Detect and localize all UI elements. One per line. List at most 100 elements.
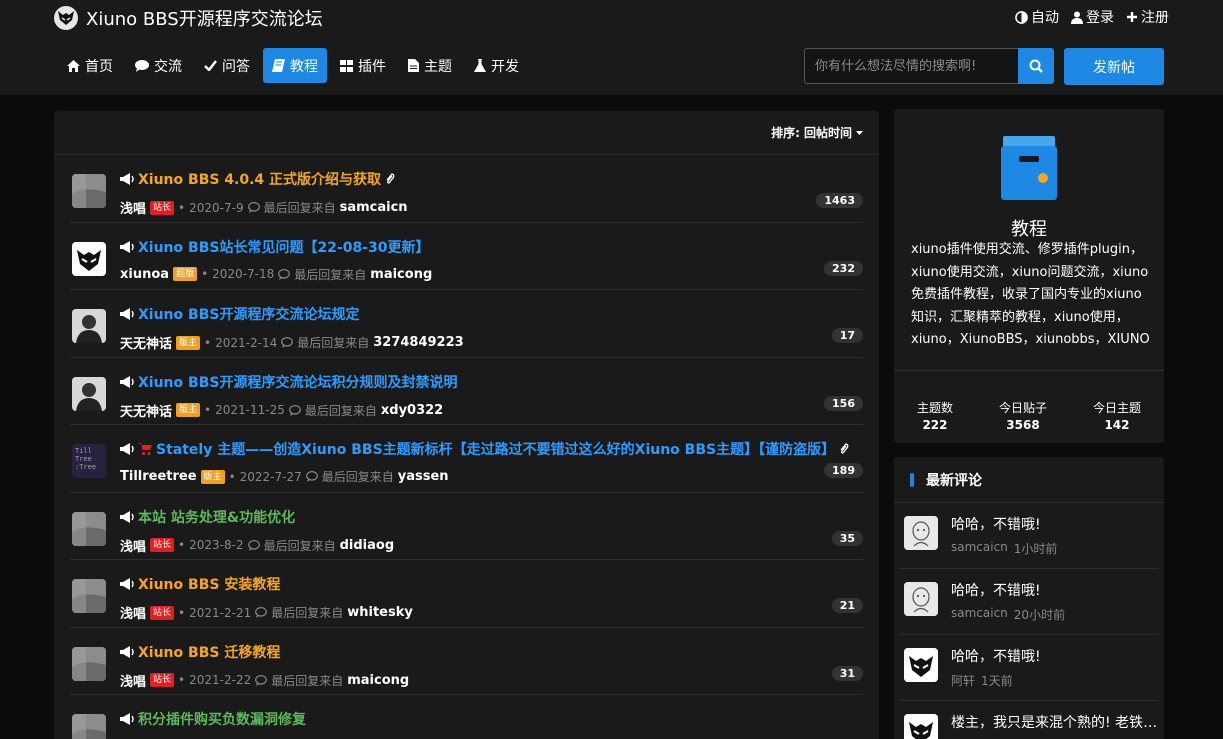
nav-label: 主题	[424, 58, 452, 75]
register-link[interactable]: 注册	[1126, 7, 1169, 27]
thread-title[interactable]: Xiuno BBS 安装教程	[120, 574, 280, 594]
avatar[interactable]	[72, 714, 106, 739]
site-title[interactable]: Xiuno BBS开源程序交流论坛	[86, 5, 323, 31]
nav-qa[interactable]: 问答	[195, 48, 259, 83]
last-reply-user[interactable]: maicong	[347, 673, 409, 688]
reply-count-badge: 35	[831, 530, 863, 546]
comment-text[interactable]: 哈哈，不错哦!	[951, 514, 1161, 534]
comment-user[interactable]: 阿轩	[951, 672, 975, 689]
comment-icon	[305, 471, 318, 482]
brand[interactable]: Xiuno BBS开源程序交流论坛	[54, 5, 323, 31]
search-input[interactable]	[804, 48, 1018, 84]
author-name[interactable]: 天无神话	[120, 333, 172, 352]
avatar[interactable]	[72, 309, 106, 343]
author-name[interactable]: Tillreetree	[120, 469, 197, 484]
last-reply-user[interactable]: yassen	[398, 469, 449, 484]
post-date: 2020-7-9	[189, 200, 244, 215]
thread-title[interactable]: Xiuno BBS开源程序交流论坛积分规则及封禁说明	[120, 372, 457, 392]
search-bar	[804, 48, 1054, 84]
comment-text[interactable]: 哈哈，不错哦!	[951, 580, 1161, 600]
comment-user[interactable]: samcaicn	[951, 606, 1008, 623]
separator-dot: •	[228, 469, 236, 484]
author-name[interactable]: 浅唱	[120, 536, 146, 555]
thread-row: Till Tree :Tree Stately 主题——创造Xiuno BBS主题…	[70, 425, 863, 493]
flask-icon	[474, 59, 486, 72]
thread-title[interactable]: Stately 主题——创造Xiuno BBS主题新标杆【走过路过不要错过这么好…	[120, 439, 849, 459]
comments-title: 最新评论	[926, 472, 982, 489]
thread-title[interactable]: 本站 站务处理&功能优化	[120, 507, 295, 527]
post-date: 2021-2-21	[189, 605, 252, 620]
author-name[interactable]: 浅唱	[120, 671, 146, 690]
avatar[interactable]	[72, 174, 106, 208]
comment-time: 1小时前	[1013, 542, 1058, 556]
avatar[interactable]	[72, 579, 106, 613]
avatar[interactable]: Till Tree :Tree	[72, 444, 106, 478]
search-button[interactable]	[1018, 48, 1054, 84]
comment-item: 哈哈，不错哦! samcaicn 20小时前	[900, 569, 1158, 635]
avatar[interactable]	[72, 646, 106, 681]
avatar[interactable]	[904, 714, 938, 739]
last-reply-user[interactable]: whitesky	[347, 605, 413, 620]
post-date: 2021-2-14	[215, 335, 278, 350]
sort-bar: 排序: 回帖时间	[54, 111, 879, 155]
megaphone-icon	[120, 308, 134, 320]
megaphone-icon	[120, 173, 134, 185]
avatar[interactable]	[904, 648, 938, 682]
post-date: 2021-11-25	[215, 403, 285, 417]
nav-tutorial[interactable]: 教程	[263, 48, 327, 83]
thread-meta: 浅唱 站长 • 2021-2-21 最后回复来自 whitesky	[120, 603, 413, 622]
sort-dropdown[interactable]: 回帖时间	[804, 124, 863, 141]
nav-plugins[interactable]: 插件	[331, 48, 395, 83]
thread-title[interactable]: Xiuno BBS站长常见问题【22-08-30更新】	[120, 237, 430, 257]
attachment-icon	[840, 443, 849, 454]
author-name[interactable]: 浅唱	[120, 603, 146, 622]
nav-themes[interactable]: 主题	[399, 48, 461, 83]
forum-stats: 主题数 222 今日贴子 3568 今日主题 142	[894, 370, 1164, 443]
avatar[interactable]	[72, 376, 106, 411]
cart-icon	[138, 443, 152, 455]
thread-row: Xiuno BBS开源程序交流论坛积分规则及封禁说明 天无神话 版主 • 2021-11…	[70, 358, 863, 425]
thread-list: Xiuno BBS 4.0.4 正式版介绍与获取 浅唱 站长 • 2020-7-9 最后回…	[54, 155, 879, 739]
comment-icon	[247, 539, 260, 551]
stat-topics: 主题数 222	[917, 399, 953, 443]
post-date: 2021-2-22	[189, 673, 252, 687]
last-reply-user[interactable]: samcaicn	[340, 200, 408, 215]
avatar[interactable]	[904, 516, 938, 550]
reply-count-badge: 21	[831, 598, 863, 613]
comment-icon	[255, 674, 268, 686]
comment-text[interactable]: 楼主，我只是来混个熟的! 老铁们好	[951, 712, 1161, 732]
auto-theme-toggle[interactable]: 自动	[1015, 7, 1059, 27]
author-name[interactable]: 天无神话	[120, 401, 172, 420]
thread-title[interactable]: Xiuno BBS 迁移教程	[120, 642, 280, 662]
avatar[interactable]	[904, 582, 938, 616]
author-name[interactable]: 浅唱	[120, 198, 146, 217]
new-post-button[interactable]: 发新帖	[1064, 48, 1164, 85]
last-reply-user[interactable]: maicong	[370, 267, 432, 282]
nav-home[interactable]: 首页	[58, 48, 122, 83]
avatar[interactable]	[72, 511, 106, 546]
reply-count-badge: 156	[824, 395, 863, 411]
login-link[interactable]: 登录	[1071, 7, 1114, 27]
nav-dev[interactable]: 开发	[465, 48, 528, 83]
thread-title[interactable]: Xiuno BBS 4.0.4 正式版介绍与获取	[120, 169, 395, 189]
thread-title[interactable]: 积分插件购买负数漏洞修复	[120, 709, 306, 729]
avatar[interactable]	[72, 241, 106, 276]
comment-user[interactable]: samcaicn	[951, 540, 1008, 557]
last-reply-user[interactable]: didiaog	[340, 538, 395, 553]
last-reply-user[interactable]: xdy0322	[381, 403, 443, 418]
sort-value: 回帖时间	[803, 126, 852, 140]
stat-value: 3568	[1006, 418, 1040, 432]
login-label: 登录	[1086, 10, 1114, 26]
thread-meta: xiunoa 超版 • 2020-7-18 最后回复来自 maicong	[120, 266, 432, 283]
comment-icon	[288, 404, 301, 416]
last-reply-user[interactable]: 3274849223	[373, 335, 463, 350]
author-name[interactable]: xiunoa	[120, 267, 169, 282]
nav-label: 插件	[358, 58, 386, 75]
thread-title-text: Xiuno BBS站长常见问题【22-08-30更新】	[138, 239, 430, 256]
nav-discuss[interactable]: 交流	[126, 48, 191, 83]
grid-icon	[340, 59, 353, 72]
thread-title[interactable]: Xiuno BBS开源程序交流论坛规定	[120, 304, 359, 324]
comment-text[interactable]: 哈哈，不错哦!	[951, 646, 1161, 666]
nav-label: 开发	[491, 58, 519, 75]
megaphone-icon	[120, 713, 134, 725]
